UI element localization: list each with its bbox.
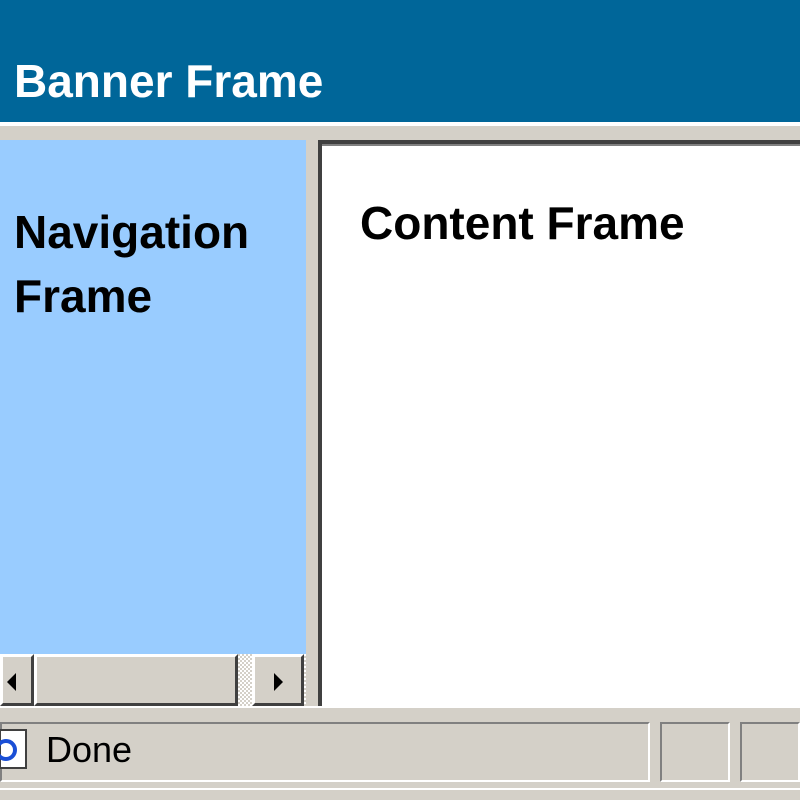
scroll-right-button[interactable]	[252, 654, 304, 706]
banner-title: Banner Frame	[14, 55, 324, 107]
browser-window: Banner Frame Navigation Frame Content Fr…	[0, 0, 800, 800]
navigation-title: Navigation Frame	[14, 206, 250, 322]
content-frame-shadow	[322, 144, 800, 146]
arrow-right-icon	[274, 673, 283, 691]
frame-separator-top[interactable]	[0, 126, 800, 140]
frame-divider[interactable]	[306, 140, 318, 708]
status-pane-2	[660, 722, 730, 782]
arrow-left-icon	[7, 673, 16, 691]
scroll-left-button[interactable]	[0, 654, 34, 706]
status-pane-3	[740, 722, 800, 782]
content-title: Content Frame	[360, 197, 685, 249]
frame-separator-bottom	[0, 706, 800, 718]
status-text: Done	[46, 729, 133, 770]
window-bottom-edge	[0, 788, 800, 800]
page-done-icon	[0, 729, 27, 769]
scrollbar-thumb[interactable]	[34, 654, 238, 706]
